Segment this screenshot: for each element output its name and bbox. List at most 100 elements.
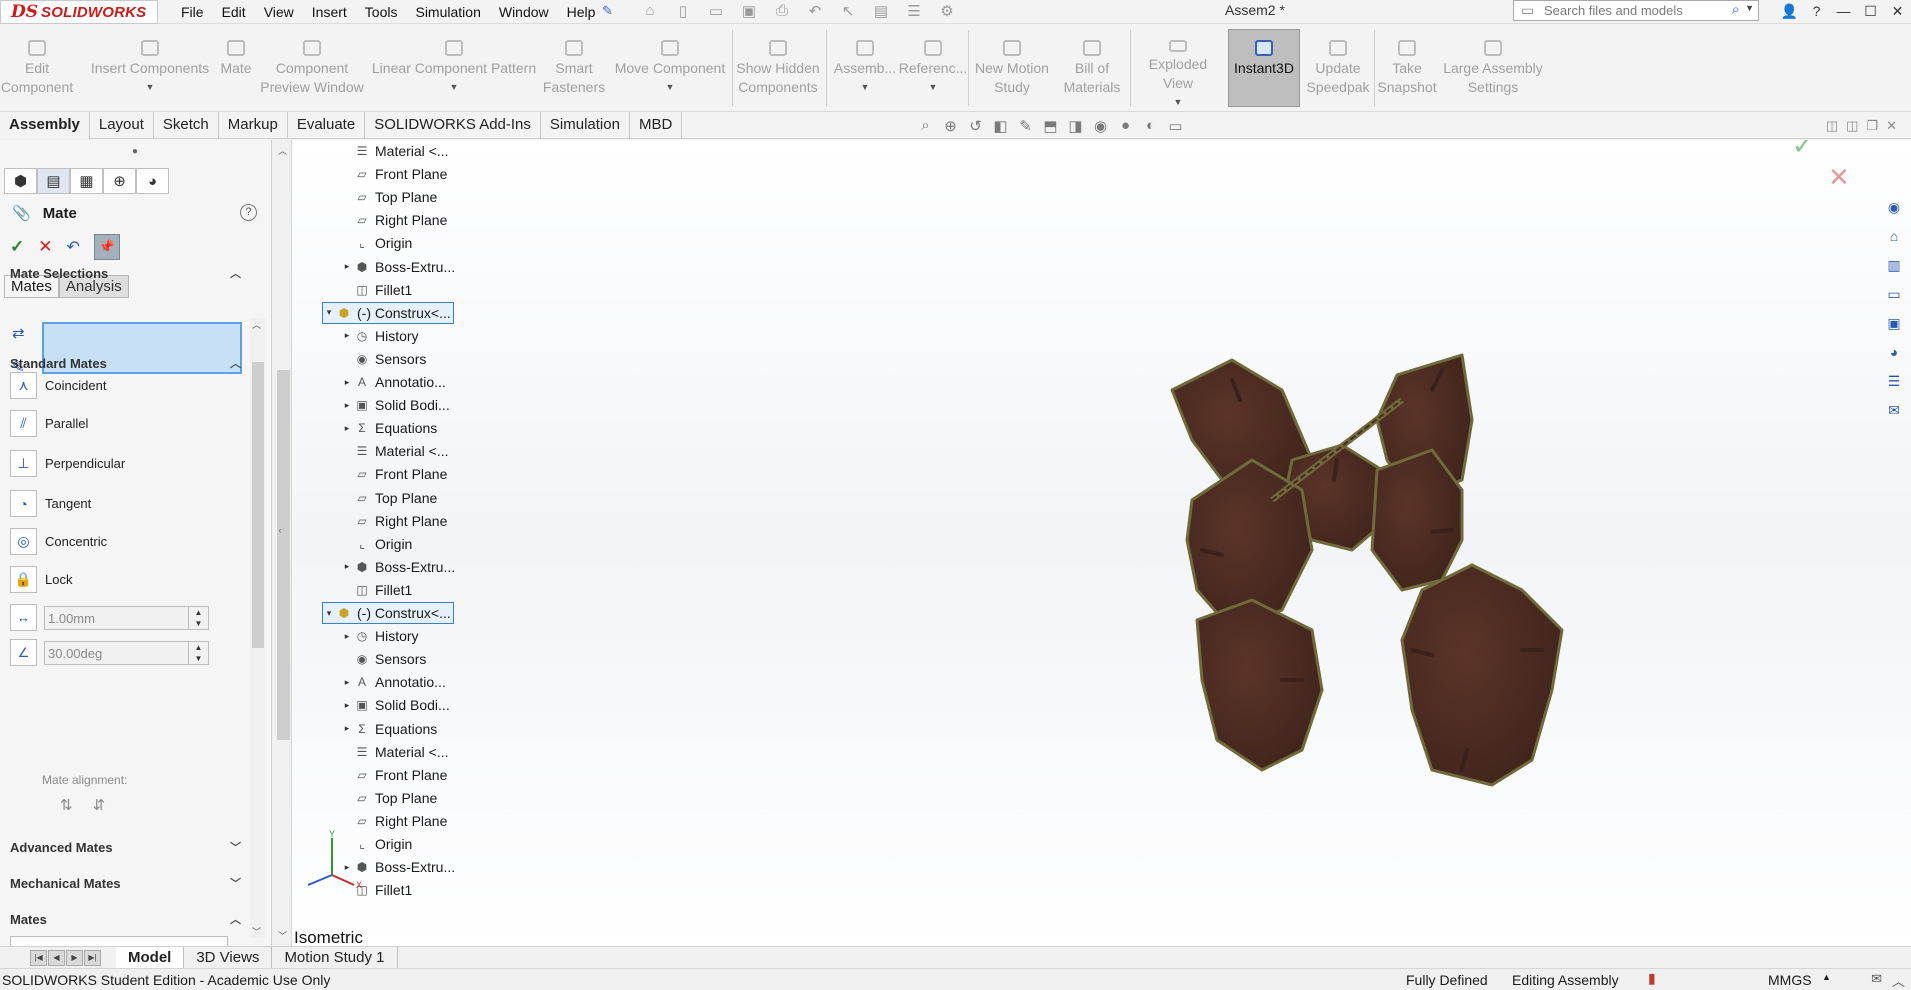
property-manager-tab-icon[interactable]: ▤ [37, 168, 70, 194]
scrollbar-thumb[interactable] [277, 370, 290, 740]
scroll-down-icon[interactable]: ﹀ [278, 929, 287, 942]
tab-markup[interactable]: Markup [219, 112, 288, 139]
tab-assembly[interactable]: Assembly [0, 112, 90, 139]
select-icon[interactable]: ↖ [836, 2, 860, 20]
parallel-mate-button[interactable]: ⫽ Parallel [10, 410, 88, 437]
save-icon[interactable]: ▣ [737, 2, 761, 20]
reference-geometry-button[interactable]: Referenc... ▼ [899, 24, 967, 112]
help-icon[interactable]: ? [240, 204, 257, 221]
solidworks-logo[interactable]: DS SOLIDWORKS [0, 0, 158, 24]
cancel-x-icon[interactable]: ✕ [38, 237, 52, 257]
tree-feature-node[interactable]: ▸ ⬢ Boss-Extru... [341, 556, 455, 578]
tab-simulation[interactable]: Simulation [541, 112, 630, 139]
file-explorer-icon[interactable]: ▭ [1881, 282, 1907, 306]
concentric-mate-button[interactable]: ◎ Concentric [10, 528, 107, 555]
tree-feature-node[interactable]: ▸ ◷ History [341, 325, 419, 347]
collapse-icon[interactable]: ︿ [1892, 971, 1905, 990]
exploded-view-button[interactable]: Exploded View ▼ [1132, 24, 1224, 112]
scroll-up-icon[interactable]: ︿ [252, 318, 261, 331]
tree-feature-node[interactable]: ▱ Right Plane [341, 209, 447, 231]
view-palette-icon[interactable]: ▣ [1881, 311, 1907, 335]
chat-icon[interactable]: ✉ [1871, 971, 1882, 990]
expand-arrow-icon[interactable]: ▸ [341, 723, 353, 734]
tab-model[interactable]: Model [116, 947, 185, 968]
zoom-to-fit-icon[interactable]: ⌕ [916, 117, 935, 135]
chevron-up-icon[interactable]: ︿ [230, 355, 241, 371]
mate-button[interactable]: Mate [216, 24, 256, 112]
component-preview-button[interactable]: Component Preview Window [260, 24, 364, 112]
collapse-arrow-icon[interactable]: ▾ [323, 307, 335, 318]
home-icon[interactable]: ⌂ [1881, 224, 1907, 248]
tree-feature-node[interactable]: ▸ Σ Equations [341, 718, 438, 740]
part-panel[interactable] [1370, 448, 1464, 592]
restore-icon[interactable]: ❐ [1866, 118, 1878, 134]
menu-edit[interactable]: Edit [213, 0, 255, 24]
graphics-area[interactable]: ☰ Material <... ▱ Front Plane ▱ Top Plane ▱ Rig… [292, 140, 1911, 946]
distance-spinner[interactable]: ▲ ▼ [188, 606, 208, 629]
print-icon[interactable]: ⎙ [770, 2, 794, 20]
chevron-down-icon[interactable]: ▼ [861, 78, 870, 97]
menu-tools[interactable]: Tools [356, 0, 407, 24]
display-style-icon[interactable]: ◨ [1066, 117, 1085, 135]
assembly-features-button[interactable]: Assemb... ▼ [830, 24, 900, 112]
tree-feature-node[interactable]: ▸ ▣ Solid Bodi... [341, 394, 450, 416]
user-icon[interactable]: 👤 [1776, 3, 1803, 20]
tree-feature-node[interactable]: ▱ Right Plane [341, 810, 447, 832]
lock-mate-button[interactable]: 🔒 Lock [10, 566, 72, 593]
home-icon[interactable]: ⌂ [638, 2, 662, 20]
tree-component-node[interactable]: ▾ ⬢ (-) Construx<... [322, 301, 454, 324]
configuration-manager-tab-icon[interactable]: ▦ [70, 168, 103, 194]
section-view-icon[interactable]: ◧ [991, 117, 1010, 135]
take-snapshot-button[interactable]: Take Snapshot [1377, 24, 1437, 112]
chevron-down-icon[interactable]: ﹀ [230, 875, 241, 891]
distance-input[interactable]: 1.00mm ▲ ▼ [44, 605, 209, 630]
instant3d-button[interactable]: Instant3D [1228, 29, 1300, 107]
panel-drag-handle[interactable]: ● [132, 146, 138, 157]
close-icon[interactable]: ✕ [1884, 3, 1911, 20]
tangent-mate-button[interactable]: ◔ Tangent [10, 490, 91, 517]
menu-view[interactable]: View [255, 0, 303, 24]
menu-simulation[interactable]: Simulation [406, 0, 489, 24]
scrollbar-thumb[interactable] [252, 362, 264, 648]
tree-feature-node[interactable]: ▱ Front Plane [341, 163, 447, 185]
dimxpert-tab-icon[interactable]: ⊕ [103, 168, 136, 194]
tree-feature-node[interactable]: ▱ Front Plane [341, 764, 447, 786]
pm-scrollbar[interactable]: ︿ ﹀ [250, 318, 266, 938]
minimize-icon[interactable]: — [1830, 3, 1857, 19]
forum-icon[interactable]: ✉ [1881, 398, 1907, 422]
group-standard-mates[interactable]: Standard Mates ︿ [10, 356, 241, 371]
appearances-icon[interactable]: ◕ [1881, 340, 1907, 364]
group-mechanical-mates[interactable]: Mechanical Mates ﹀ [10, 876, 241, 891]
tile-left-icon[interactable]: ◫ [1826, 118, 1838, 134]
search-icon[interactable]: ⌕ [1732, 1, 1740, 18]
part-panel[interactable] [1400, 563, 1564, 787]
tree-feature-node[interactable]: ▱ Top Plane [341, 186, 437, 208]
expand-arrow-icon[interactable]: ▸ [341, 677, 353, 688]
chevron-down-icon[interactable]: ▼ [929, 78, 938, 97]
new-document-icon[interactable]: ▯ [671, 2, 695, 20]
first-tab-icon[interactable]: |◀ [30, 950, 47, 966]
solidworks-resources-icon[interactable]: ◉ [1881, 195, 1907, 219]
maximize-icon[interactable]: ☐ [1857, 3, 1884, 20]
ok-check-icon[interactable]: ✓ [10, 237, 24, 257]
expand-arrow-icon[interactable]: ▸ [341, 330, 353, 341]
tree-feature-node[interactable]: ☰ Material <... [341, 741, 449, 763]
group-mates[interactable]: Mates ︿ [10, 912, 241, 927]
last-tab-icon[interactable]: ▶| [84, 950, 101, 966]
tree-feature-node[interactable]: ⌞ Origin [341, 232, 412, 254]
options-gear-icon[interactable]: ⚙ [935, 2, 959, 20]
expand-arrow-icon[interactable]: ▸ [341, 261, 353, 272]
show-hidden-button[interactable]: Show Hidden Components [736, 24, 820, 112]
tab-layout[interactable]: Layout [90, 112, 154, 139]
tree-feature-node[interactable]: ▱ Top Plane [341, 787, 437, 809]
search-input[interactable]: ▭ Search files and models ⌕ ▼ [1513, 0, 1759, 21]
angle-spinner[interactable]: ▲ ▼ [188, 641, 208, 664]
chevron-down-icon[interactable]: ▼ [1745, 3, 1754, 13]
expand-arrow-icon[interactable]: ▸ [341, 700, 353, 711]
tree-feature-node[interactable]: ⌞ Origin [341, 533, 412, 555]
menu-window[interactable]: Window [490, 0, 558, 24]
tree-feature-node[interactable]: ◫ Fillet1 [341, 279, 412, 301]
chevron-up-icon[interactable]: ▲ [1822, 972, 1831, 982]
group-mate-selections[interactable]: Mate Selections ︿ [10, 266, 241, 281]
expand-arrow-icon[interactable]: ▸ [341, 423, 353, 434]
